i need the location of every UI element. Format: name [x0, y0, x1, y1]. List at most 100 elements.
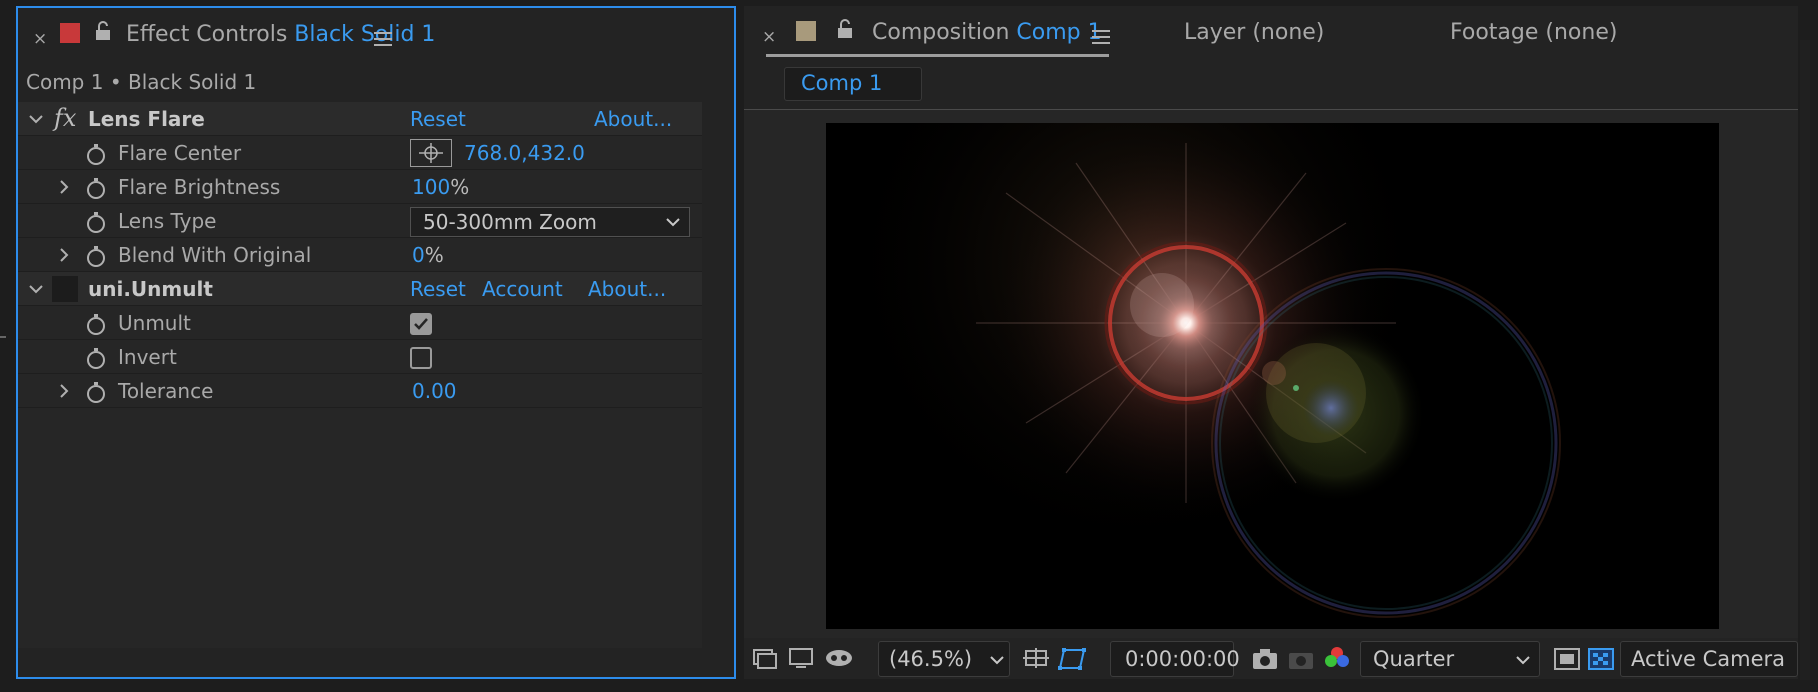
lens-type-dropdown[interactable]: 50-300mm Zoom [410, 207, 690, 237]
composition-canvas[interactable] [826, 123, 1719, 629]
effect-badge-icon [52, 276, 78, 302]
panel-scrollbar[interactable] [1800, 40, 1810, 680]
tab-title-prefix: Effect Controls [126, 22, 288, 47]
active-tab-indicator [766, 54, 1109, 57]
effect-controls-tab-bar: × Effect Controls Black Solid 1 [18, 8, 734, 64]
resolution-dropdown[interactable]: Quarter [1360, 641, 1540, 677]
chevron-down-icon [666, 218, 680, 227]
param-row-flare-center: Flare Center 768.0,432.0 [18, 136, 702, 170]
effect-list: fx Lens Flare Reset About... Flare Cente… [18, 102, 702, 648]
about-link[interactable]: About... [594, 107, 672, 131]
zoom-value: (46.5%) [889, 647, 973, 671]
panel-menu-icon[interactable] [374, 32, 392, 46]
chevron-down-icon[interactable] [28, 111, 44, 127]
grid-guides-icon[interactable] [1022, 646, 1052, 672]
param-label: Lens Type [118, 209, 217, 233]
reset-link[interactable]: Reset [410, 107, 466, 131]
param-unit: % [450, 175, 470, 199]
chevron-down-icon [1516, 656, 1530, 665]
tab-title-comp: Comp 1 [1016, 20, 1102, 45]
show-snapshot-icon[interactable] [1286, 646, 1316, 672]
panel-menu-icon[interactable] [1092, 30, 1110, 44]
chevron-down-icon [990, 656, 1004, 665]
param-value[interactable]: 768.0,432.0 [464, 141, 585, 165]
layer-tab[interactable]: Layer (none) [1184, 20, 1324, 45]
resolution-value: Quarter [1373, 647, 1455, 671]
param-row-unmult: Unmult [18, 306, 702, 340]
comp-subtab[interactable]: Comp 1 [784, 67, 922, 101]
param-value[interactable]: 0.00 [412, 379, 457, 403]
label-color-swatch[interactable] [796, 21, 816, 41]
mask-visibility-icon[interactable] [824, 646, 854, 672]
stopwatch-icon[interactable] [85, 142, 107, 166]
param-row-flare-brightness: Flare Brightness 100% [18, 170, 702, 204]
checkmark-icon [414, 318, 428, 330]
label-color-swatch[interactable] [60, 23, 80, 43]
param-value[interactable]: 0% [412, 243, 444, 267]
timecode-field[interactable]: 0:00:00:00 [1110, 641, 1240, 677]
tab-title-layer: Black Solid 1 [294, 22, 436, 47]
invert-checkbox[interactable] [410, 347, 432, 369]
param-label: Blend With Original [118, 243, 312, 267]
param-label: Unmult [118, 311, 191, 335]
comp-subtab-label: Comp 1 [801, 71, 883, 95]
param-number[interactable]: 100 [412, 175, 450, 199]
effect-name: uni.Unmult [88, 277, 213, 301]
stopwatch-icon[interactable] [85, 244, 107, 268]
param-label: Invert [118, 345, 177, 369]
param-value[interactable]: 100% [412, 175, 469, 199]
camera-dropdown[interactable]: Active Camera [1620, 641, 1798, 677]
account-link[interactable]: Account [482, 277, 563, 301]
effect-header-lens-flare[interactable]: fx Lens Flare Reset About... [18, 102, 702, 136]
composition-panel: × Composition Comp 1 Layer (none) Footag… [744, 6, 1798, 679]
mask-path-icon[interactable] [1058, 646, 1088, 672]
magnification-dropdown[interactable]: (46.5%) [878, 641, 1010, 677]
param-row-tolerance: Tolerance 0.00 [18, 374, 702, 408]
unmult-checkbox[interactable] [410, 313, 432, 335]
region-of-interest-icon[interactable] [1552, 646, 1582, 672]
breadcrumb: Comp 1 • Black Solid 1 [26, 70, 257, 94]
param-unit: % [424, 243, 444, 267]
param-row-blend-with-original: Blend With Original 0% [18, 238, 702, 272]
stopwatch-icon[interactable] [85, 176, 107, 200]
reset-link[interactable]: Reset [410, 277, 466, 301]
lock-icon[interactable] [94, 20, 112, 42]
timecode-value: 0:00:00:00 [1125, 647, 1240, 671]
param-label: Flare Center [118, 141, 242, 165]
close-tab-icon[interactable]: × [33, 29, 47, 49]
crosshair-point-icon[interactable] [410, 139, 452, 167]
camera-snapshot-icon[interactable] [1250, 646, 1280, 672]
param-label: Flare Brightness [118, 175, 281, 199]
tab-title-prefix: Composition [872, 20, 1010, 45]
fx-icon[interactable]: fx [54, 104, 76, 132]
camera-value: Active Camera [1631, 647, 1786, 671]
always-preview-icon[interactable] [750, 646, 780, 672]
stopwatch-icon[interactable] [85, 380, 107, 404]
chevron-down-icon[interactable] [28, 281, 44, 297]
param-row-invert: Invert [18, 340, 702, 374]
dropdown-value: 50-300mm Zoom [423, 210, 597, 234]
monitor-icon[interactable] [786, 646, 816, 672]
lock-icon[interactable] [836, 18, 854, 40]
close-tab-icon[interactable]: × [762, 27, 776, 47]
channel-rgb-icon[interactable] [1322, 646, 1352, 672]
effect-controls-panel: × Effect Controls Black Solid 1 Comp 1 •… [16, 6, 736, 679]
chevron-right-icon[interactable] [56, 247, 72, 263]
param-label: Tolerance [118, 379, 214, 403]
chevron-right-icon[interactable] [56, 179, 72, 195]
transparency-grid-icon[interactable] [1586, 646, 1616, 672]
stopwatch-icon[interactable] [85, 312, 107, 336]
effect-header-uni-unmult[interactable]: uni.Unmult Reset Account About... [18, 272, 702, 306]
lens-flare-render [836, 123, 1561, 618]
effect-name: Lens Flare [88, 107, 205, 131]
stopwatch-icon[interactable] [85, 210, 107, 234]
chevron-right-icon[interactable] [56, 383, 72, 399]
footage-tab[interactable]: Footage (none) [1450, 20, 1617, 45]
param-row-lens-type: Lens Type 50-300mm Zoom [18, 204, 702, 238]
composition-tab-title[interactable]: Composition Comp 1 [872, 20, 1102, 45]
panel-edge-tick [0, 336, 6, 338]
stopwatch-icon[interactable] [85, 346, 107, 370]
viewer-toolbar: (46.5%) 0:00:00:00 Quarter Active Camera [744, 638, 1798, 679]
about-link[interactable]: About... [588, 277, 666, 301]
param-number[interactable]: 0 [412, 243, 425, 267]
